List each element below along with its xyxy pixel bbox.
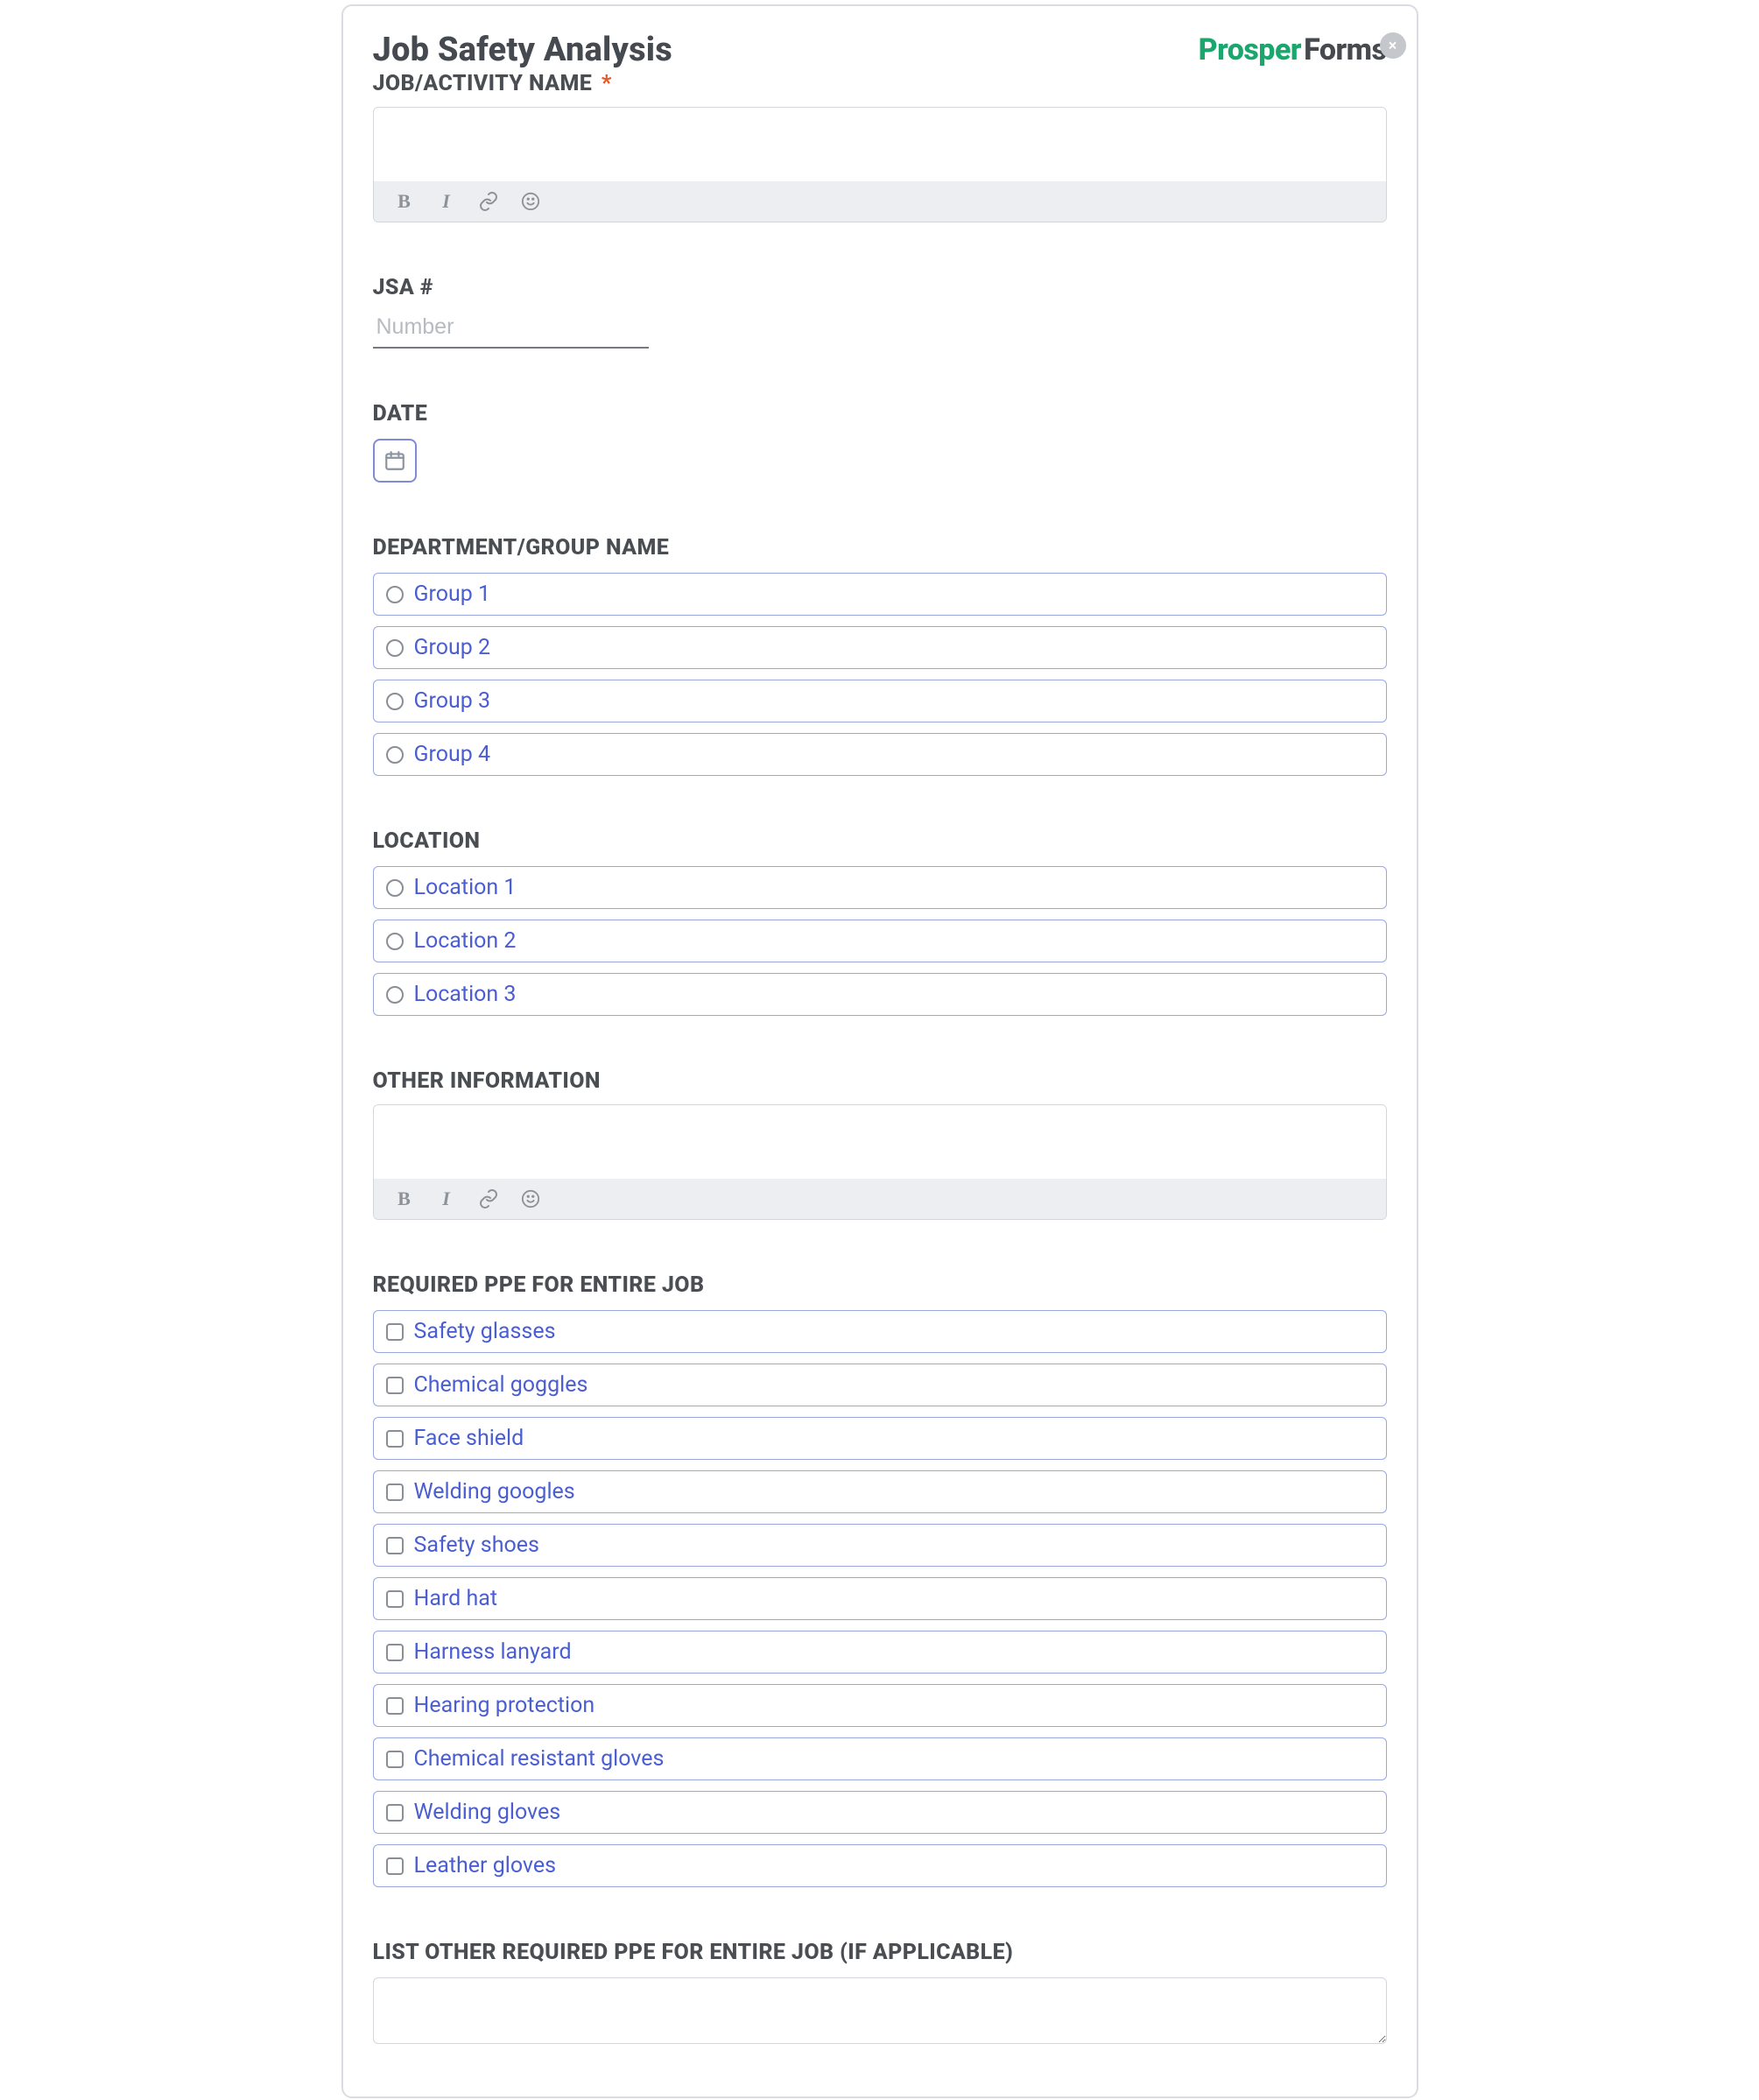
form-title: Job Safety Analysis <box>373 31 672 69</box>
label-ppe: REQUIRED PPE FOR ENTIRE JOB <box>373 1272 1387 1298</box>
radio-icon <box>386 879 404 897</box>
location-option[interactable]: Location 1 <box>373 866 1387 909</box>
link-icon <box>478 191 499 212</box>
checkbox-icon <box>386 1377 404 1394</box>
department-option-label: Group 1 <box>414 581 491 607</box>
label-date: DATE <box>373 401 1387 426</box>
ppe-option[interactable]: Chemical goggles <box>373 1364 1387 1406</box>
ppe-option[interactable]: Welding gloves <box>373 1791 1387 1834</box>
department-option-label: Group 3 <box>414 688 491 714</box>
checkbox-icon <box>386 1590 404 1608</box>
header-row: Job Safety Analysis Prosper Forms <box>373 31 1387 69</box>
checkbox-icon <box>386 1430 404 1448</box>
page-root: × Job Safety Analysis Prosper Forms JOB/… <box>0 4 1759 2098</box>
radio-icon <box>386 746 404 764</box>
ppe-option-label: Hearing protection <box>414 1693 595 1718</box>
location-option-label: Location 3 <box>414 982 517 1007</box>
calendar-icon <box>383 449 406 472</box>
radio-icon <box>386 986 404 1004</box>
bold-button[interactable]: B <box>393 1187 416 1210</box>
ppe-option-label: Face shield <box>414 1426 524 1451</box>
required-star-icon: * <box>602 71 612 96</box>
brand-part-2: Forms <box>1304 32 1386 67</box>
label-other-ppe: LIST OTHER REQUIRED PPE FOR ENTIRE JOB (… <box>373 1940 1387 1965</box>
emoji-button[interactable] <box>519 190 542 213</box>
ppe-option[interactable]: Welding googles <box>373 1470 1387 1513</box>
emoji-icon <box>521 192 540 211</box>
department-option[interactable]: Group 4 <box>373 733 1387 776</box>
jsa-number-input[interactable] <box>373 309 649 349</box>
ppe-option[interactable]: Leather gloves <box>373 1844 1387 1887</box>
other-info-input[interactable] <box>374 1105 1386 1179</box>
brand-part-1: Prosper <box>1199 32 1302 67</box>
job-name-editor: B I <box>373 107 1387 222</box>
other-info-toolbar: B I <box>374 1179 1386 1219</box>
bold-button[interactable]: B <box>393 190 416 213</box>
radio-icon <box>386 586 404 603</box>
other-ppe-input[interactable] <box>373 1977 1387 2044</box>
radio-icon <box>386 693 404 710</box>
ppe-option-label: Hard hat <box>414 1586 498 1611</box>
other-info-editor: B I <box>373 1104 1387 1220</box>
department-option-label: Group 2 <box>414 635 491 660</box>
ppe-option[interactable]: Harness lanyard <box>373 1631 1387 1674</box>
ppe-option-label: Chemical goggles <box>414 1372 588 1398</box>
ppe-option-label: Harness lanyard <box>414 1639 572 1665</box>
radio-icon <box>386 933 404 950</box>
checkbox-icon <box>386 1751 404 1768</box>
location-options: Location 1 Location 2 Location 3 <box>373 866 1387 1016</box>
job-name-toolbar: B I <box>374 181 1386 222</box>
checkbox-icon <box>386 1644 404 1661</box>
link-icon <box>478 1188 499 1209</box>
ppe-option[interactable]: Hard hat <box>373 1577 1387 1620</box>
form-panel: × Job Safety Analysis Prosper Forms JOB/… <box>341 4 1418 2098</box>
job-name-input[interactable] <box>374 108 1386 181</box>
label-jsa-number: JSA # <box>373 275 1387 300</box>
italic-button[interactable]: I <box>435 190 458 213</box>
checkbox-icon <box>386 1483 404 1501</box>
checkbox-icon <box>386 1804 404 1822</box>
ppe-option-label: Safety glasses <box>414 1319 556 1344</box>
department-option-label: Group 4 <box>414 742 491 767</box>
label-job-name-text: JOB/ACTIVITY NAME <box>373 71 593 96</box>
ppe-option-label: Welding gloves <box>414 1800 561 1825</box>
department-options: Group 1 Group 2 Group 3 Group 4 <box>373 573 1387 776</box>
location-option-label: Location 2 <box>414 928 517 954</box>
ppe-option[interactable]: Chemical resistant gloves <box>373 1737 1387 1780</box>
label-location: LOCATION <box>373 828 1387 854</box>
label-job-name: JOB/ACTIVITY NAME * <box>373 71 1387 96</box>
brand-logo: Prosper Forms <box>1199 32 1387 67</box>
radio-icon <box>386 639 404 657</box>
emoji-icon <box>521 1189 540 1209</box>
close-icon: × <box>1389 37 1397 55</box>
ppe-options: Safety glasses Chemical goggles Face shiel… <box>373 1310 1387 1887</box>
emoji-button[interactable] <box>519 1187 542 1210</box>
label-department: DEPARTMENT/GROUP NAME <box>373 535 1387 560</box>
ppe-option[interactable]: Face shield <box>373 1417 1387 1460</box>
ppe-option-label: Chemical resistant gloves <box>414 1746 665 1772</box>
ppe-option-label: Leather gloves <box>414 1853 557 1878</box>
label-other-info: OTHER INFORMATION <box>373 1068 1387 1094</box>
ppe-option[interactable]: Safety shoes <box>373 1524 1387 1567</box>
department-option[interactable]: Group 1 <box>373 573 1387 616</box>
checkbox-icon <box>386 1697 404 1715</box>
ppe-option-label: Welding googles <box>414 1479 575 1505</box>
ppe-option[interactable]: Hearing protection <box>373 1684 1387 1727</box>
department-option[interactable]: Group 2 <box>373 626 1387 669</box>
jsa-number-wrap <box>373 309 1387 349</box>
link-button[interactable] <box>477 1187 500 1210</box>
date-picker-button[interactable] <box>373 439 417 483</box>
checkbox-icon <box>386 1537 404 1554</box>
ppe-option-label: Safety shoes <box>414 1533 539 1558</box>
checkbox-icon <box>386 1857 404 1875</box>
location-option[interactable]: Location 2 <box>373 920 1387 962</box>
location-option-label: Location 1 <box>414 875 517 900</box>
close-button[interactable]: × <box>1380 32 1406 59</box>
italic-button[interactable]: I <box>435 1187 458 1210</box>
department-option[interactable]: Group 3 <box>373 680 1387 722</box>
link-button[interactable] <box>477 190 500 213</box>
location-option[interactable]: Location 3 <box>373 973 1387 1016</box>
checkbox-icon <box>386 1323 404 1341</box>
ppe-option[interactable]: Safety glasses <box>373 1310 1387 1353</box>
